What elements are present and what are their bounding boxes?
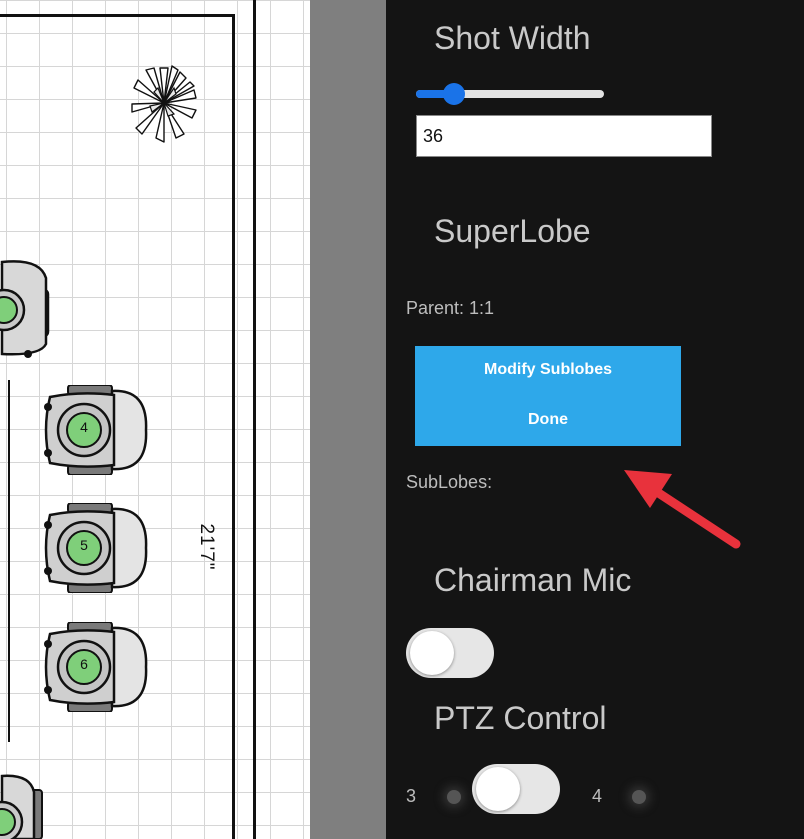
ptz-control-toggle[interactable] — [472, 764, 560, 814]
properties-panel: Shot Width SuperLobe Parent: 1:1 Modify … — [386, 0, 804, 839]
dimension-label: 21'7" — [196, 523, 217, 571]
plant-icon[interactable] — [128, 62, 200, 144]
superlobe-heading: SuperLobe — [434, 213, 591, 249]
shot-width-input[interactable] — [416, 115, 712, 157]
outer-wall-line — [253, 0, 256, 839]
shot-width-heading: Shot Width — [434, 20, 591, 56]
seat-number: 6 — [80, 656, 88, 672]
room-wall-top — [0, 14, 235, 17]
ptz-right-value: 4 — [592, 786, 603, 806]
seat-number: 5 — [80, 537, 88, 553]
seat-number: 4 — [80, 419, 88, 435]
ptz-left-indicator — [447, 790, 461, 804]
chair-seat-5[interactable]: 5 — [40, 503, 150, 593]
chairman-mic-heading: Chairman Mic — [434, 562, 632, 598]
parent-label: Parent: 1:1 — [406, 298, 495, 318]
chair-icon[interactable] — [0, 770, 50, 839]
shot-width-slider[interactable] — [416, 82, 606, 106]
done-button[interactable]: Done — [415, 408, 681, 432]
toggle-knob — [476, 767, 520, 811]
chair-seat-6[interactable]: 6 — [40, 622, 150, 712]
sublobe-actions: Modify Sublobes Done — [415, 346, 681, 446]
slider-thumb[interactable] — [442, 83, 465, 105]
room-wall-right — [232, 14, 235, 839]
panel-divider[interactable] — [310, 0, 386, 839]
table-edge-line — [8, 380, 10, 742]
modify-sublobes-button[interactable]: Modify Sublobes — [415, 358, 681, 382]
ptz-left-value: 3 — [406, 786, 417, 806]
annotation-arrow-icon — [624, 470, 741, 549]
chair-seat-4[interactable]: 4 — [40, 385, 150, 475]
ptz-control-heading: PTZ Control — [434, 700, 607, 736]
ptz-right-indicator — [632, 790, 646, 804]
floor-plan-canvas[interactable]: 4 5 6 21'7" — [0, 0, 310, 839]
toggle-knob — [410, 631, 454, 675]
sublobes-label: SubLobes: — [406, 472, 493, 492]
chair-icon[interactable] — [0, 252, 60, 364]
chairman-mic-toggle[interactable] — [406, 628, 494, 678]
